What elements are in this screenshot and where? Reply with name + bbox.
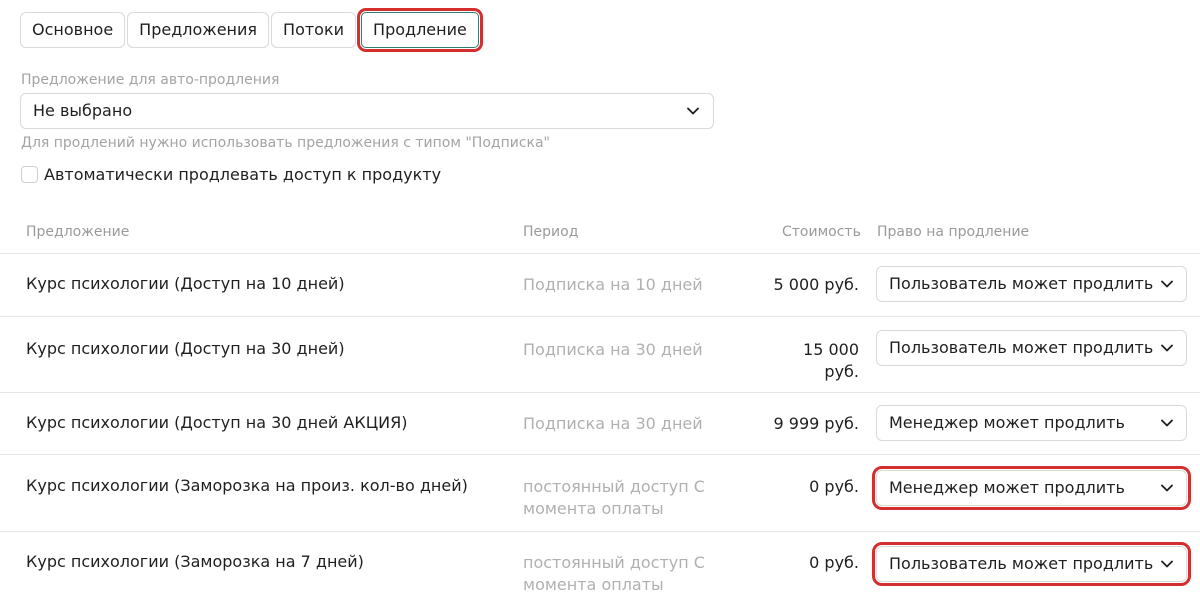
tab-bar: Основное Предложения Потоки Продление [20,8,483,52]
offer-cost: 0 руб. [809,553,859,572]
tab-main[interactable]: Основное [20,12,126,48]
chevron-down-icon [1161,419,1173,427]
header-period: Период [523,224,579,240]
chevron-down-icon [1161,484,1173,492]
table-row: Курс психологии (Доступ на 30 дней АКЦИЯ… [0,393,1200,455]
offer-period: постоянный доступ С момента оплаты [523,553,705,594]
offer-name: Курс психологии (Доступ на 30 дней АКЦИЯ… [26,413,408,432]
chevron-down-icon [687,107,699,115]
renewal-right-select[interactable]: Пользователь может продлить [876,266,1187,302]
table-row: Курс психологии (Заморозка на произ. кол… [0,455,1200,532]
renewal-right-select[interactable]: Пользователь может продлить [872,542,1191,586]
header-right: Право на продление [877,224,1030,240]
auto-renewal-value: Не выбрано [33,101,133,120]
offer-period: Подписка на 30 дней [523,414,703,433]
renewal-right-value: Менеджер может продлить [889,478,1125,497]
renewal-right-value: Пользователь может продлить [889,554,1154,573]
renewal-right-value: Пользователь может продлить [889,274,1154,293]
auto-renewal-hint: Для продлений нужно использовать предлож… [21,135,550,151]
chevron-down-icon [1161,344,1173,352]
offer-cost: 15 000 руб. [803,340,859,381]
offer-name: Курс психологии (Доступ на 30 дней) [26,339,345,358]
chevron-down-icon [1161,280,1173,288]
tab-renewal[interactable]: Продление [357,8,483,52]
offer-cost: 0 руб. [809,477,859,496]
table-row: Курс психологии (Доступ на 30 дней) Подп… [0,317,1200,393]
offer-name: Курс психологии (Доступ на 10 дней) [26,274,345,293]
chevron-down-icon [1161,560,1173,568]
header-cost: Стоимость [782,224,861,240]
header-offer: Предложение [26,224,130,240]
renewal-right-select[interactable]: Менеджер может продлить [876,405,1187,441]
auto-extend-checkbox[interactable] [21,166,38,183]
tab-offers[interactable]: Предложения [127,12,270,48]
renewal-right-value: Пользователь может продлить [889,338,1154,357]
renewal-right-select[interactable]: Менеджер может продлить [872,466,1191,510]
offer-cost: 5 000 руб. [773,275,859,294]
renewal-right-value: Менеджер может продлить [889,413,1125,432]
offer-name: Курс психологии (Заморозка на произ. кол… [26,476,468,495]
offer-cost: 9 999 руб. [773,414,859,433]
auto-renewal-select[interactable]: Не выбрано [20,93,714,129]
auto-extend-label[interactable]: Автоматически продлевать доступ к продук… [44,165,441,184]
table-header: Предложение Период Стоимость Право на пр… [0,210,1200,254]
auto-extend-row: Автоматически продлевать доступ к продук… [21,165,441,184]
renewal-right-select[interactable]: Пользователь может продлить [876,330,1187,366]
table-row: Курс психологии (Заморозка на 7 дней) по… [0,532,1200,598]
auto-renewal-label: Предложение для авто-продления [21,72,280,88]
table-row: Курс психологии (Доступ на 10 дней) Подп… [0,254,1200,317]
renewal-table: Предложение Период Стоимость Право на пр… [0,210,1200,598]
offer-period: Подписка на 30 дней [523,340,703,359]
offer-period: Подписка на 10 дней [523,275,703,294]
tab-streams[interactable]: Потоки [271,12,357,48]
offer-name: Курс психологии (Заморозка на 7 дней) [26,552,364,571]
offer-period: постоянный доступ С момента оплаты [523,477,705,518]
